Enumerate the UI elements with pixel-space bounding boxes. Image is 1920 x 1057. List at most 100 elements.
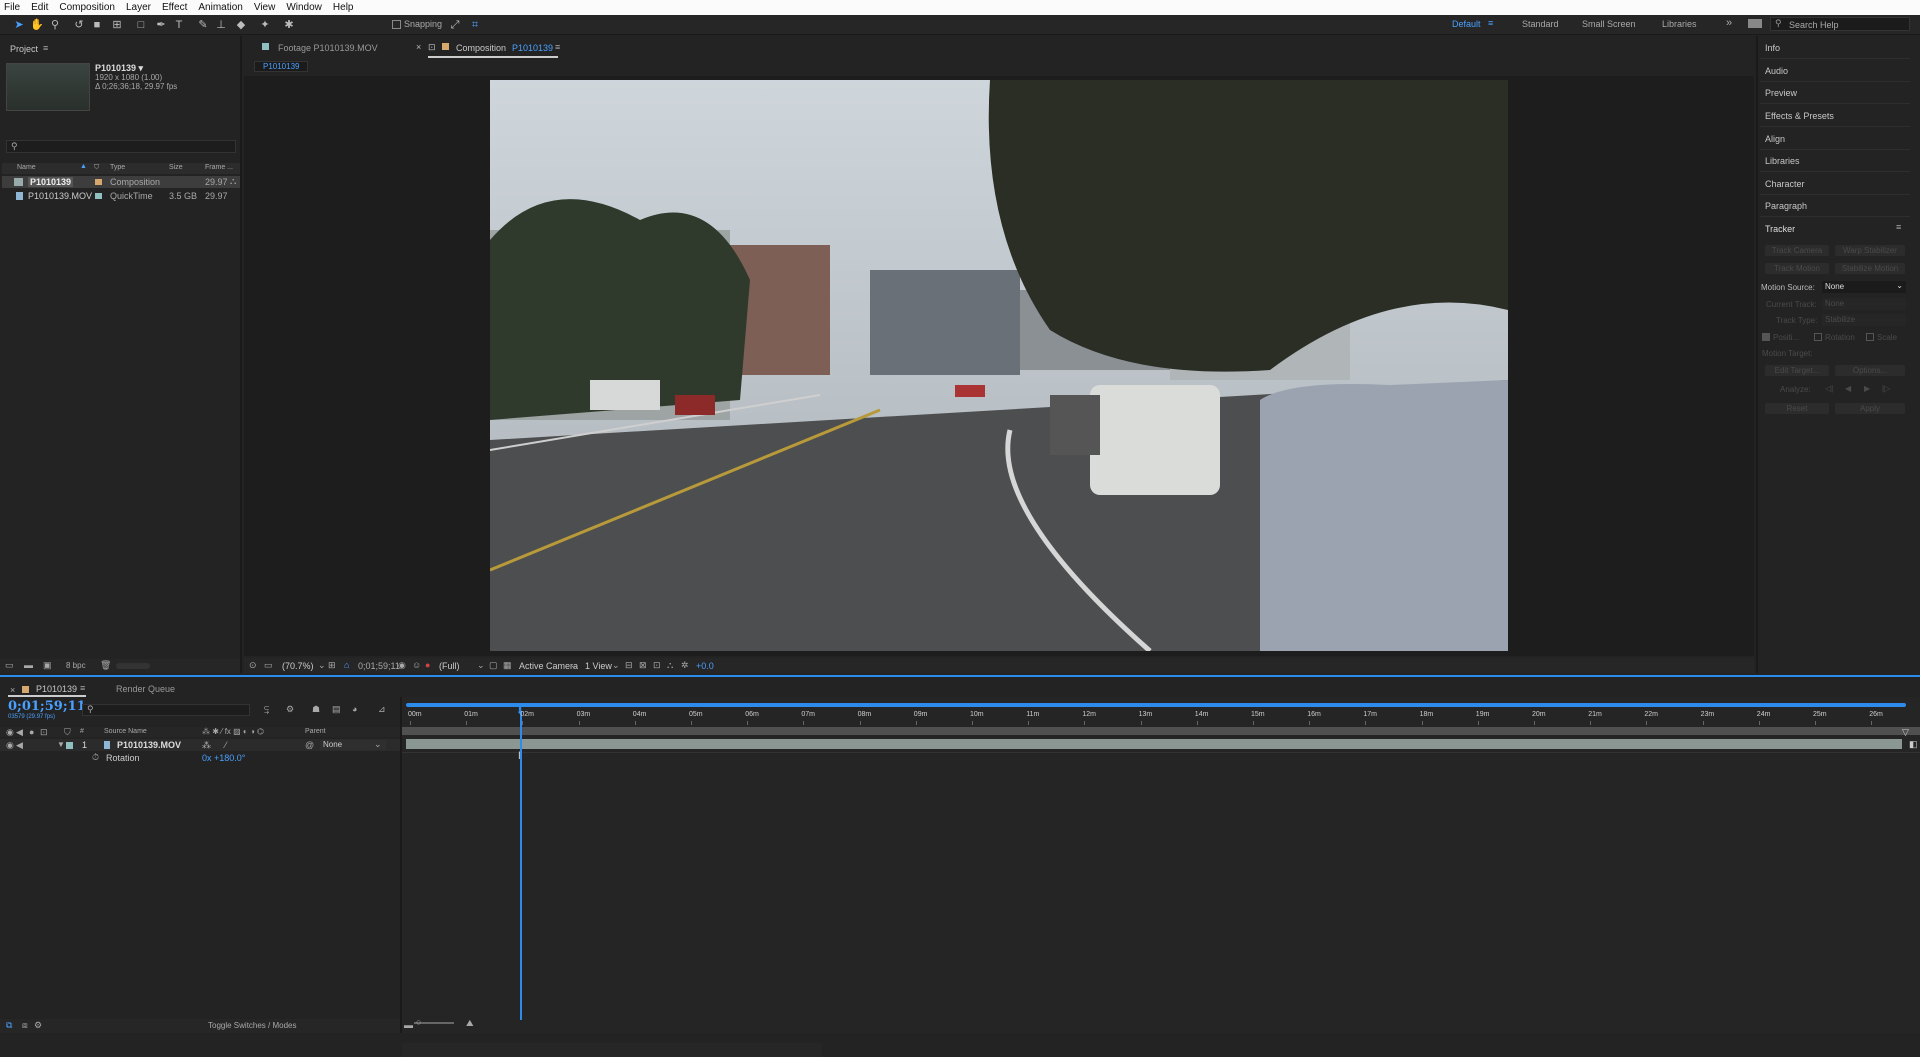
audio-icon[interactable]: ◀: [16, 727, 23, 738]
rotate-tool-icon[interactable]: ↺: [72, 18, 86, 32]
rotation-value[interactable]: 0x +180.0°: [202, 753, 245, 763]
label-color-swatch[interactable]: [95, 179, 102, 185]
tab-footage[interactable]: Footage P1010139.MOV: [278, 43, 378, 53]
search-help-input[interactable]: ⚲ Search Help: [1770, 17, 1910, 31]
menu-help[interactable]: Help: [333, 2, 354, 13]
shy-switch-icon[interactable]: ⁂: [202, 740, 211, 751]
new-composition-icon[interactable]: ▣: [43, 660, 52, 671]
thumbnail-size-slider[interactable]: [116, 663, 150, 669]
apply-button[interactable]: Apply: [1835, 403, 1905, 414]
layer-row[interactable]: ◉ ◀ ▼ 1 P1010139.MOV ⁂ ⁄ @ None ⌄: [0, 739, 400, 751]
transparency-grid-icon[interactable]: ▦: [503, 660, 512, 671]
comp-end-marker-icon[interactable]: ▽: [1902, 727, 1912, 737]
edit-target-button[interactable]: Edit Target...: [1765, 365, 1829, 376]
brush-tool-icon[interactable]: ✎: [196, 18, 210, 32]
label-color-swatch[interactable]: [95, 193, 102, 199]
project-panel-menu-icon[interactable]: ≡: [43, 43, 48, 53]
selection-tool-icon[interactable]: ➤: [12, 18, 26, 32]
draft-3d-icon[interactable]: ⚙: [286, 704, 294, 715]
source-name-header[interactable]: Source Name: [104, 728, 147, 735]
analyze-back-one-icon[interactable]: ◁|: [1825, 384, 1833, 393]
pick-whip-icon[interactable]: @: [305, 740, 314, 750]
column-size[interactable]: Size: [169, 164, 183, 171]
position-checkbox[interactable]: [1762, 333, 1770, 341]
chevron-down-icon[interactable]: ⌄: [612, 660, 620, 671]
hand-tool-icon[interactable]: ✋: [30, 18, 44, 32]
mask-visibility-icon[interactable]: ⌂: [344, 660, 349, 670]
exposure-value[interactable]: +0.0: [696, 661, 714, 671]
layer-duration-bar[interactable]: [406, 739, 1902, 749]
reset-button[interactable]: Reset: [1765, 403, 1829, 414]
zoom-out-icon[interactable]: ▬: [404, 1020, 413, 1030]
rotation-checkbox[interactable]: [1814, 333, 1822, 341]
clone-stamp-tool-icon[interactable]: ⊥: [214, 18, 228, 32]
timeline-menu-icon[interactable]: ≡: [80, 683, 85, 693]
current-track-dropdown[interactable]: None: [1822, 298, 1906, 310]
panel-align[interactable]: Align: [1765, 134, 1785, 144]
type-tool-icon[interactable]: T: [172, 18, 186, 32]
video-visibility-icon[interactable]: ◉: [6, 727, 14, 738]
snapping-checkbox[interactable]: [392, 20, 401, 29]
close-tab-icon[interactable]: ×: [416, 42, 421, 52]
expand-layer-switches-icon[interactable]: ⧉: [6, 1020, 12, 1031]
column-frame-rate[interactable]: Frame ...: [205, 164, 233, 171]
menu-window[interactable]: Window: [286, 2, 322, 13]
hide-shy-layers-icon[interactable]: ☗: [312, 704, 320, 715]
snap-features-icon[interactable]: ⌗: [468, 18, 482, 32]
chevron-down-icon[interactable]: ⌄: [570, 660, 578, 671]
label-tag-icon[interactable]: ⛉: [64, 727, 71, 738]
analyze-forward-icon[interactable]: ▶: [1864, 384, 1870, 393]
timeline-current-time[interactable]: 0;01;59;11: [8, 699, 86, 714]
puppet-tool-icon[interactable]: ✱: [282, 18, 296, 32]
chevron-down-icon[interactable]: ⌄: [318, 660, 326, 671]
zoom-tool-icon[interactable]: ⚲: [48, 18, 62, 32]
delete-icon[interactable]: 🗑: [100, 660, 111, 671]
timeline-search-input[interactable]: ⚲: [82, 704, 250, 716]
video-visibility-icon[interactable]: ◉: [6, 740, 14, 751]
motion-source-dropdown[interactable]: None ⌄: [1822, 281, 1906, 293]
rectangle-tool-icon[interactable]: □: [134, 18, 148, 32]
menu-animation[interactable]: Animation: [198, 2, 242, 13]
view-options-icon[interactable]: ▭: [264, 660, 273, 671]
menu-view[interactable]: View: [254, 2, 276, 13]
workspace-small-screen[interactable]: Small Screen: [1582, 19, 1636, 29]
scale-checkbox[interactable]: [1866, 333, 1874, 341]
more-workspaces-icon[interactable]: »: [1726, 17, 1732, 29]
fast-previews-icon[interactable]: ⊠: [639, 660, 647, 671]
expand-in-out-icon[interactable]: ⚙: [34, 1020, 42, 1031]
project-tab[interactable]: Project: [10, 44, 38, 54]
snap-edges-icon[interactable]: ⤢: [448, 18, 462, 32]
analyze-backward-icon[interactable]: ◀: [1845, 384, 1851, 393]
close-tab-icon[interactable]: ×: [10, 685, 15, 695]
label-tag-icon[interactable]: ⛉: [94, 164, 99, 172]
magnification-dropdown[interactable]: (70.7%): [282, 661, 314, 671]
twirl-down-icon[interactable]: ▼: [57, 740, 65, 749]
stopwatch-icon[interactable]: ⏱: [92, 752, 99, 763]
project-item-row[interactable]: P1010139 Composition 29.97 ⛬: [2, 176, 240, 188]
chevron-down-icon[interactable]: ⌄: [374, 739, 382, 750]
tab-render-queue[interactable]: Render Queue: [116, 684, 175, 694]
interpret-footage-icon[interactable]: ▭: [5, 660, 14, 671]
layer-name[interactable]: P1010139.MOV: [117, 740, 181, 750]
new-folder-icon[interactable]: ▬: [24, 660, 33, 670]
warp-stabilizer-button[interactable]: Warp Stabilizer: [1835, 245, 1905, 256]
view-layout-dropdown[interactable]: 1 View: [585, 661, 612, 671]
motion-blur-icon[interactable]: ◕: [352, 704, 357, 714]
panel-audio[interactable]: Audio: [1765, 66, 1788, 76]
zoom-in-icon[interactable]: ⛰: [466, 1018, 474, 1029]
stabilize-motion-button[interactable]: Stabilize Motion: [1835, 263, 1905, 274]
comp-marker-bin-icon[interactable]: ◧: [1909, 739, 1918, 750]
snapshot-icon[interactable]: ◉: [398, 660, 406, 671]
track-camera-button[interactable]: Track Camera: [1765, 245, 1829, 256]
graph-editor-icon[interactable]: ⊿: [378, 704, 386, 715]
panel-effects-presets[interactable]: Effects & Presets: [1765, 111, 1834, 121]
tab-composition-name[interactable]: P1010139: [512, 43, 553, 53]
solo-icon[interactable]: ●: [29, 727, 34, 737]
resolution-dropdown[interactable]: (Full): [439, 661, 460, 671]
always-preview-icon[interactable]: ⊙: [249, 660, 257, 671]
pen-tool-icon[interactable]: ✒: [154, 18, 168, 32]
panel-paragraph[interactable]: Paragraph: [1765, 201, 1807, 211]
workspace-default[interactable]: Default: [1452, 19, 1481, 29]
project-item-row[interactable]: P1010139.MOV QuickTime 3.5 GB 29.97: [2, 190, 240, 202]
menu-effect[interactable]: Effect: [162, 2, 187, 13]
